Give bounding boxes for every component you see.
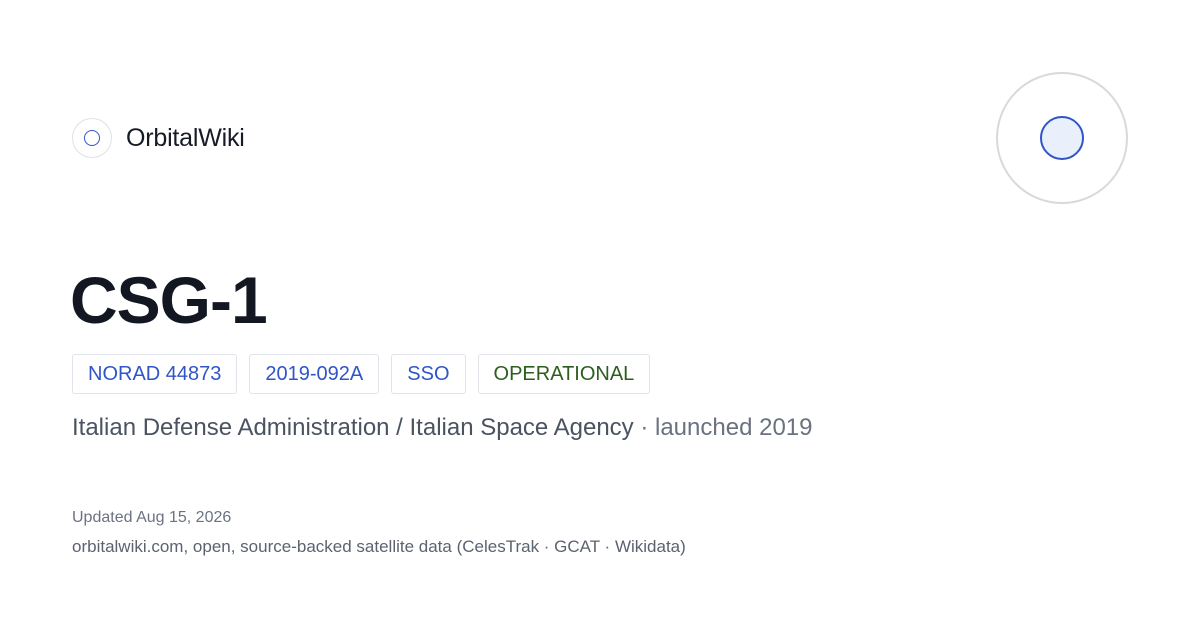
operator-line: Italian Defense Administration / Italian… <box>72 414 812 442</box>
satellite-dot-icon <box>1040 116 1084 160</box>
tag-list: NORAD 44873 2019-092A SSO OPERATIONAL <box>72 354 651 394</box>
norad-tag[interactable]: NORAD 44873 <box>72 354 238 394</box>
orbit-ring-icon <box>72 118 112 158</box>
orbit-tag[interactable]: SSO <box>391 354 466 394</box>
status-badge[interactable]: OPERATIONAL <box>477 354 651 394</box>
satellite-orbit-icon <box>996 72 1128 204</box>
updated-date: Aug 15, 2026 <box>136 509 232 526</box>
operator-name: Italian Defense Administration / Italian… <box>72 414 634 441</box>
brand-name: OrbitalWiki <box>126 123 245 152</box>
cospar-tag[interactable]: 2019-092A <box>249 354 380 394</box>
launch-year: · launched 2019 <box>640 414 813 441</box>
satellite-name: CSG-1 <box>70 263 268 337</box>
brand[interactable]: OrbitalWiki <box>72 118 245 158</box>
footer-sources: orbitalwiki.com, open, source-backed sat… <box>72 537 686 556</box>
updated-label: Updated <box>72 509 133 526</box>
share-card: OrbitalWiki CSG-1 NORAD 44873 2019-092A … <box>0 0 1200 630</box>
updated-line: Updated Aug 15, 2026 <box>72 509 231 527</box>
